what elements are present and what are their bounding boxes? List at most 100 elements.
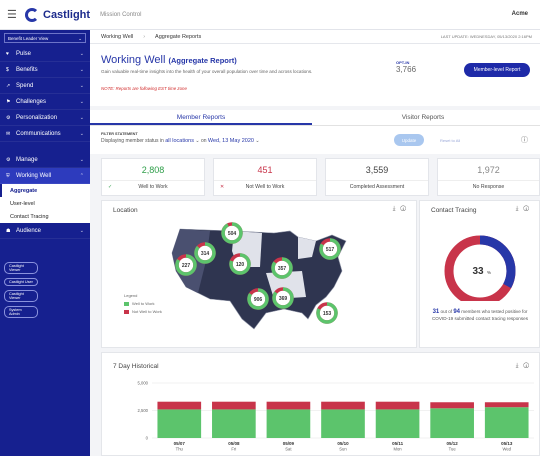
last-update: LAST UPDATE: WEDNESDAY, 05/13/2020 2:16P… (440, 34, 532, 39)
breadcrumb-current: Aggregate Reports (155, 33, 202, 40)
sidebar-item-working-well[interactable]: ⛨ Working Well ⌃ (0, 168, 90, 184)
sidebar-item-label: Benefits (16, 66, 38, 73)
sidebar-item-label: Personalization (16, 114, 58, 121)
member-level-report-button[interactable]: Member-level Report (464, 63, 530, 77)
bar-not-well[interactable] (157, 401, 202, 410)
settings-icon: ⚙ (6, 156, 11, 163)
sidebar-subitem-aggregate[interactable]: Aggregate (0, 184, 90, 197)
sidebar-subitem-user-level[interactable]: User-level (0, 197, 90, 210)
bar-well[interactable] (375, 409, 420, 438)
legend-item-not-well: Not Well to Work (124, 309, 162, 314)
sidebar-item-personalization[interactable]: ⚙ Personalization ⌄ (0, 110, 90, 126)
bar-well[interactable] (321, 409, 365, 438)
sidebar: Benefit Leader View ⌄ ♥ Pulse ⌄ $ Benefits ⌄ ↗… (0, 30, 90, 456)
role-pill[interactable]: Castlight Viewer (4, 290, 38, 302)
y-tick-label: 2,500 (138, 408, 149, 413)
info-icon[interactable]: ⓘ (521, 135, 528, 145)
bubble-value: 369 (279, 296, 288, 302)
donut-percent-sign: % (487, 270, 491, 275)
bar-well[interactable] (212, 409, 256, 438)
bubble-value: 517 (326, 247, 335, 253)
chevron-down-icon: ⌄ (79, 227, 84, 234)
sidebar-subitem-contact-tracing[interactable]: Contact Tracing (0, 210, 90, 223)
filter-prefix: Displaying member status in (101, 138, 164, 144)
location-bubble[interactable]: 153 (316, 302, 338, 324)
bubble-value: 357 (278, 266, 287, 272)
x-tick-day: Sat (285, 447, 292, 452)
coin-icon: $ (6, 66, 9, 73)
x-tick-date: 05/10 (337, 441, 349, 446)
filter-date-link[interactable]: Wed, 13 May 2020 (208, 138, 254, 144)
gear-icon: ⚙ (6, 114, 11, 121)
location-bubble[interactable]: 227 (175, 254, 197, 276)
sidebar-item-label: Spend (16, 82, 34, 89)
breadcrumb-root[interactable]: Working Well (101, 34, 133, 40)
bar-not-well[interactable] (266, 401, 311, 410)
update-button[interactable]: Update (394, 134, 424, 146)
breadcrumb: Working Well › Aggregate Reports LAST UP… (90, 30, 540, 44)
tab-member-reports[interactable]: Member Reports (90, 110, 312, 125)
filter-locations-link[interactable]: all locations (165, 138, 194, 144)
stat-value: 451 (257, 165, 273, 175)
menu-icon[interactable]: ☰ (7, 8, 25, 21)
legend-swatch (124, 301, 129, 306)
sidebar-item-label: Pulse (16, 50, 32, 57)
location-bubble[interactable]: 120 (229, 253, 251, 275)
top-bar: ☰ Castlight Mission Control Acme (0, 0, 540, 30)
stat-label: Well to Work (138, 184, 168, 190)
heart-icon: ♥ (6, 50, 9, 57)
location-bubble[interactable]: 369 (272, 287, 294, 309)
contact-tracing-panel: Contact Tracing ⤓ ⓘ 33 % 31 out of 94 me… (419, 200, 540, 348)
sidebar-item-audience[interactable]: ☗ Audience ⌄ (0, 223, 90, 239)
location-bubble[interactable]: 906 (247, 288, 269, 310)
x-icon: ✕ (220, 184, 225, 190)
bar-not-well[interactable] (321, 401, 365, 410)
location-bubble[interactable]: 517 (319, 238, 341, 260)
chevron-down-icon: ⌄ (79, 156, 84, 163)
role-pill[interactable]: System Admin (4, 306, 38, 318)
sidebar-item-challenges[interactable]: ⚑ Challenges ⌄ (0, 94, 90, 110)
bar-not-well[interactable] (375, 401, 420, 410)
sidebar-item-benefits[interactable]: $ Benefits ⌄ (0, 62, 90, 78)
sidebar-item-communications[interactable]: ✉ Communications ⌄ (0, 126, 90, 142)
bar-not-well[interactable] (212, 401, 256, 410)
location-bubble[interactable]: 357 (271, 257, 293, 279)
role-pill[interactable]: Castlight User (4, 278, 38, 286)
stat-card-well: 2,808 ✓ Well to Work (101, 158, 205, 196)
bubble-value: 153 (323, 311, 332, 317)
sidebar-item-manage[interactable]: ⚙ Manage ⌄ (0, 152, 90, 168)
bar-well[interactable] (157, 409, 202, 438)
stat-label-row: ✕ Not Well to Work (214, 180, 316, 193)
chevron-down-icon: ⌄ (79, 130, 84, 137)
ct-count: 31 (432, 309, 440, 315)
role-pill[interactable]: Castlight Viewer (4, 262, 38, 274)
stat-label: Completed Assessment (349, 184, 405, 190)
tab-visitor-reports[interactable]: Visitor Reports (312, 110, 534, 125)
bar-well[interactable] (484, 407, 529, 438)
x-tick-date: 05/11 (392, 441, 404, 446)
x-tick-day: Mon (393, 447, 402, 452)
chevron-down-icon: ⌄ (78, 36, 82, 41)
bar-well[interactable] (430, 408, 474, 438)
historical-panel: 7 Day Historical ⤓ ⓘ 0 2,500 5,000 05/07 Thu… (101, 352, 540, 456)
location-bubble[interactable]: 314 (194, 242, 216, 264)
map-legend: Legend Well to Work Not Well to Work (124, 293, 162, 314)
sidebar-item-pulse[interactable]: ♥ Pulse ⌄ (0, 46, 90, 62)
page-title-text: Working Well (101, 54, 166, 66)
tenant-name[interactable]: Acme (512, 11, 528, 17)
bar-not-well[interactable] (430, 402, 474, 409)
bar-not-well[interactable] (484, 402, 529, 408)
legend-label: Not Well to Work (132, 309, 162, 314)
page-title: Working Well (Aggregate Report) (101, 54, 237, 66)
sidebar-item-spend[interactable]: ↗ Spend ⌄ (0, 78, 90, 94)
stat-value: 2,808 (141, 165, 165, 175)
x-tick-date: 05/08 (228, 441, 240, 446)
bar-well[interactable] (266, 409, 311, 438)
reset-link[interactable]: Reset to All (440, 138, 460, 143)
filter-on: on (200, 138, 207, 144)
page-description: Gain valuable real-time insights into th… (101, 69, 313, 74)
view-select[interactable]: Benefit Leader View ⌄ (4, 33, 86, 43)
castlight-logo-icon (25, 7, 39, 22)
location-bubble[interactable]: 504 (221, 222, 243, 244)
bubble-value: 120 (236, 262, 245, 268)
